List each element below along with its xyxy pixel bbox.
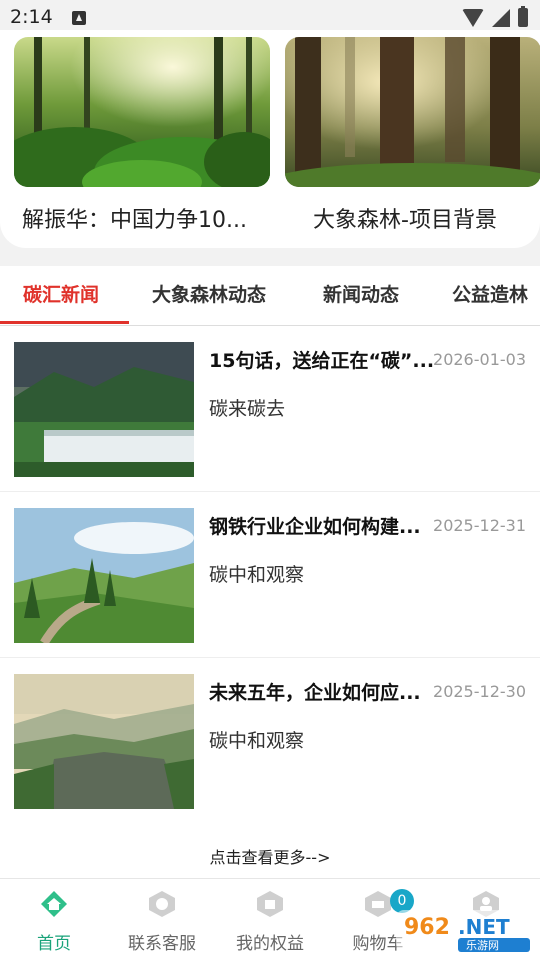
watermark-logo: 962 .NET 乐游网: [396, 910, 536, 952]
wifi-icon: [462, 8, 484, 27]
news-item[interactable]: 钢铁行业企业如何构建... 2025-12-31 碳中和观察: [0, 492, 540, 658]
customer-service-icon: [149, 891, 175, 917]
nav-label: 首页: [37, 934, 71, 954]
tab-carbon-news[interactable]: 碳汇新闻: [23, 280, 99, 307]
nav-benefits[interactable]: 我的权益: [216, 879, 324, 960]
status-time: 2:14: [10, 6, 53, 28]
svg-text:乐游网: 乐游网: [466, 939, 499, 952]
nav-customer-service[interactable]: 联系客服: [108, 879, 216, 960]
featured-caption-1[interactable]: 解振华：中国力争10...: [22, 202, 270, 234]
news-item[interactable]: 未来五年，企业如何应... 2025-12-30 碳中和观察: [0, 658, 540, 824]
featured-card-image-1[interactable]: [14, 37, 270, 187]
featured-caption-2[interactable]: 大象森林-项目背景: [313, 202, 533, 234]
news-source: 碳来碳去: [209, 398, 286, 420]
svg-text:.NET: .NET: [458, 915, 510, 939]
cart-icon: [365, 891, 391, 917]
news-source: 碳中和观察: [209, 730, 305, 752]
news-item[interactable]: 15句话，送给正在“碳”... 2026-01-03 碳来碳去: [0, 326, 540, 492]
notification-a-icon: [72, 11, 86, 25]
status-icons: [462, 6, 528, 27]
news-thumbnail: [14, 674, 194, 809]
news-date: 2025-12-30: [433, 682, 526, 701]
news-thumbnail: [14, 342, 194, 477]
featured-carousel: 解振华：中国力争10... 大象森林-项目背景: [0, 30, 540, 248]
nav-home[interactable]: 首页: [0, 879, 108, 960]
news-title[interactable]: 未来五年，企业如何应...: [209, 678, 435, 705]
news-title[interactable]: 钢铁行业企业如何构建...: [209, 512, 435, 539]
news-title[interactable]: 15句话，送给正在“碳”...: [209, 346, 435, 373]
signal-icon: [492, 8, 510, 27]
news-date: 2026-01-03: [433, 350, 526, 369]
tab-elephant-forest[interactable]: 大象森林动态: [152, 280, 266, 307]
nav-label: 我的权益: [236, 934, 304, 954]
tab-public-afforestation[interactable]: 公益造林: [452, 280, 528, 307]
featured-card-image-2[interactable]: [285, 37, 540, 187]
news-thumbnail: [14, 508, 194, 643]
nav-label: 联系客服: [128, 934, 196, 954]
active-tab-indicator: [0, 321, 129, 324]
news-date: 2025-12-31: [433, 516, 526, 535]
news-list: 15句话，送给正在“碳”... 2026-01-03 碳来碳去 钢铁行业企业如何…: [0, 326, 540, 878]
view-more-link[interactable]: 点击查看更多-->: [0, 844, 540, 868]
benefits-icon: [257, 891, 283, 917]
news-source: 碳中和观察: [209, 564, 305, 586]
svg-text:962: 962: [404, 915, 450, 940]
news-tabs: 碳汇新闻 大象森林动态 新闻动态 公益造林: [0, 266, 540, 326]
home-icon: [41, 891, 67, 917]
battery-icon: [518, 6, 528, 27]
tab-news-updates[interactable]: 新闻动态: [323, 280, 399, 307]
